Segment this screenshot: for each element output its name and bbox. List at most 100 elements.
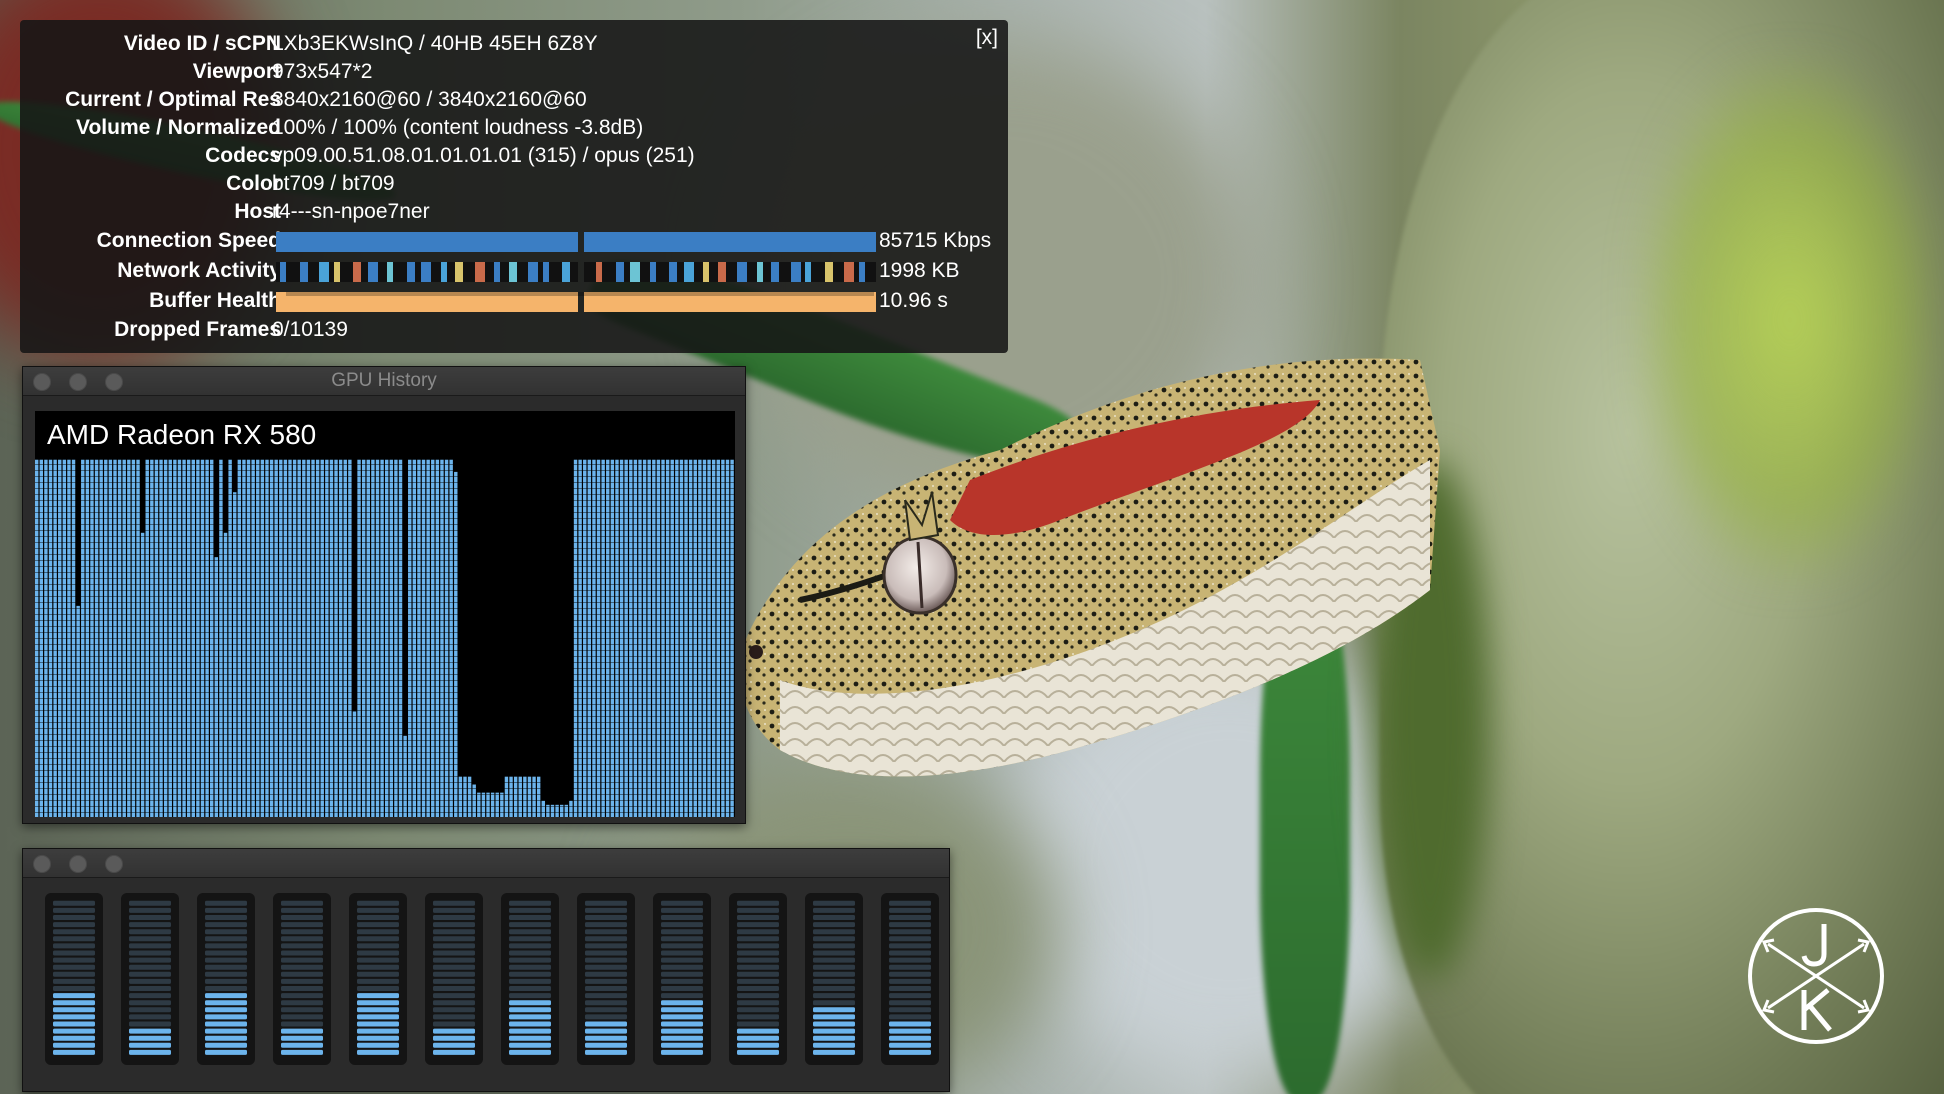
core-meter-segment — [813, 971, 855, 977]
core-meter-segment — [205, 971, 247, 977]
core-meter-segment — [129, 986, 171, 991]
core-meter-segment-lit — [281, 1049, 323, 1055]
core-meter-segment — [661, 993, 703, 999]
core-meter-segment — [281, 986, 323, 991]
core-meter-segment-lit — [661, 1035, 703, 1041]
core-meter-segment-lit — [661, 1014, 703, 1020]
core-meter-segment-lit — [433, 1049, 475, 1055]
core-meter-segment-lit — [53, 1014, 95, 1020]
core-meter-segment — [433, 922, 475, 928]
gpu-graph-gridline — [35, 644, 735, 645]
gpu-graph-gridline — [35, 620, 735, 621]
core-meter-segment — [281, 915, 323, 920]
stats-row: Volume / Normalized 100% / 100% (content… — [20, 114, 1008, 142]
core-meter-segment-lit — [509, 1014, 551, 1020]
gpu-graph-gridline — [35, 584, 735, 585]
core-meter-segment — [357, 915, 399, 920]
core-meter-segment-lit — [585, 1021, 627, 1027]
core-meter-segment-lit — [129, 1035, 171, 1041]
core-meter-segment — [813, 964, 855, 970]
core-meter-segment-lit — [813, 1028, 855, 1034]
window-titlebar[interactable] — [23, 849, 949, 878]
network-activity-spike — [333, 262, 340, 282]
gpu-graph-gridline — [35, 518, 735, 519]
core-meter-segment — [585, 907, 627, 913]
gpu-graph-gridline — [35, 560, 735, 561]
close-window-button[interactable] — [33, 855, 51, 873]
window-titlebar[interactable]: GPU History — [23, 367, 745, 396]
zoom-window-button[interactable] — [105, 855, 123, 873]
core-meter-segment — [281, 978, 323, 984]
core-meter-segment — [661, 957, 703, 963]
core-meter-segment-lit — [661, 1049, 703, 1055]
core-meter-segment — [433, 1007, 475, 1013]
gpu-usage-bar — [495, 792, 499, 817]
core-meter-segment-lit — [129, 1049, 171, 1055]
core-meter-segment — [661, 907, 703, 913]
core-meter-segment — [737, 900, 779, 906]
core-meter-segment — [737, 1007, 779, 1013]
gpu-graph-gridline — [35, 764, 735, 765]
gpu-graph-gridline — [35, 572, 735, 573]
core-meter-segment — [585, 1000, 627, 1006]
gpu-graph-gridline — [35, 470, 735, 471]
network-activity-spike — [455, 262, 463, 282]
stats-label: Codecs — [205, 144, 281, 167]
core-meter-segment-lit — [509, 1042, 551, 1048]
gpu-graph-gridline — [35, 542, 735, 543]
core-meter-segment — [129, 950, 171, 956]
core-meter-segment — [585, 943, 627, 949]
core-meter-segment-lit — [53, 1028, 95, 1034]
gpu-history-window[interactable]: GPU History AMD Radeon RX 580 — [22, 366, 746, 824]
core-meter-segment — [509, 907, 551, 913]
core-meter-segment-lit — [813, 1014, 855, 1020]
gpu-graph-gridline — [35, 686, 735, 687]
jk-watermark-logo — [1748, 908, 1884, 1044]
core-meter-segment — [661, 915, 703, 920]
core-meter-segment — [281, 907, 323, 913]
core-meter-segment — [813, 993, 855, 999]
core-meter-segment-lit — [661, 1007, 703, 1013]
core-meter-segment-lit — [813, 1021, 855, 1027]
stats-value: r4---sn-npoe7ner — [272, 200, 430, 223]
gpu-usage-bar — [541, 800, 545, 817]
core-meter-segment — [585, 936, 627, 942]
core-meter-segment — [737, 1021, 779, 1027]
buffer-health-row: Buffer Health 10.96 s — [20, 287, 1008, 315]
stats-row: Dropped Frames 0/10139 — [20, 316, 1008, 344]
core-meter-segment — [281, 957, 323, 963]
core-meter-segment — [813, 900, 855, 906]
gpu-usage-bar — [569, 800, 573, 817]
core-meter-segment — [661, 929, 703, 935]
core-meter-segment — [661, 943, 703, 949]
core-meter-segment — [357, 922, 399, 928]
network-activity-spike — [299, 262, 308, 282]
gpu-graph-gridline — [35, 752, 735, 753]
core-meter-segment — [661, 986, 703, 991]
core-meter-segment — [53, 907, 95, 913]
core-meter-segment — [813, 922, 855, 928]
core-meter-segment — [357, 971, 399, 977]
core-meter-segment — [889, 971, 931, 977]
gpu-graph-gridline — [35, 788, 735, 789]
network-activity-spike — [717, 262, 726, 282]
core-meter-segment — [661, 971, 703, 977]
window-title: GPU History — [331, 370, 437, 391]
core-meter-segment-lit — [813, 1035, 855, 1041]
stats-for-nerds-panel: [x] Video ID / sCPN LXb3EKWsInQ / 40HB 4… — [20, 20, 1008, 353]
gpu-graph-gridline — [35, 464, 735, 465]
core-meter-segment-lit — [357, 1042, 399, 1048]
cpu-meter-window[interactable] — [22, 848, 950, 1092]
core-meter-segment — [281, 993, 323, 999]
core-meter-segment-lit — [129, 1042, 171, 1048]
core-meter-segment-lit — [281, 1035, 323, 1041]
core-meter-segment — [585, 922, 627, 928]
core-meter-segment — [889, 1007, 931, 1013]
core-meter-segment-lit — [737, 1028, 779, 1034]
core-meter-segment-lit — [129, 1028, 171, 1034]
core-meter-segment — [281, 1007, 323, 1013]
buffer-health-dip — [328, 292, 370, 296]
network-activity-spike — [683, 262, 694, 282]
minimize-window-button[interactable] — [69, 855, 87, 873]
core-meter-segment-lit — [509, 1000, 551, 1006]
